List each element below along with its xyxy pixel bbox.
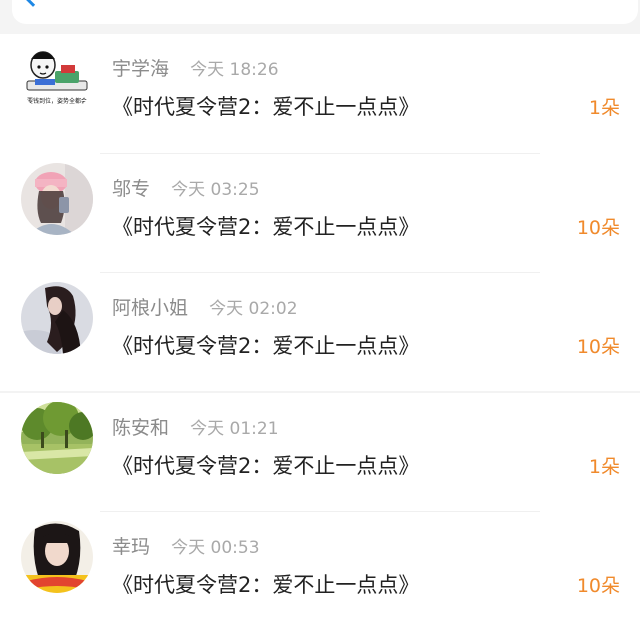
cartoon-avatar-image: 要钱到位，姿势全都会 <box>21 43 93 115</box>
svg-text:要钱到位，姿势全都会: 要钱到位，姿势全都会 <box>27 97 87 105</box>
avatar[interactable] <box>21 521 93 593</box>
gift-title: 《时代夏令营2：爱不止一点点》 <box>112 95 420 119</box>
photo-avatar-image <box>21 282 93 354</box>
list-item[interactable]: 幸玛 今天 00:53 《时代夏令营2：爱不止一点点》 10朵 <box>0 512 640 620</box>
gift-list: 要钱到位，姿势全都会 宇学海 今天 18:26 《时代夏令营2：爱不止一点点》 … <box>0 34 640 620</box>
list-item[interactable]: 邬专 今天 03:25 《时代夏令营2：爱不止一点点》 10朵 <box>0 154 640 273</box>
search-field[interactable] <box>12 0 638 24</box>
gift-title: 《时代夏令营2：爱不止一点点》 <box>112 214 420 239</box>
gift-title: 《时代夏令营2：爱不止一点点》 <box>112 334 420 358</box>
top-bar <box>0 0 640 34</box>
user-name[interactable]: 阿桹小姐 <box>112 297 188 319</box>
photo-avatar-image <box>21 521 93 593</box>
timestamp: 今天 01:21 <box>190 418 279 439</box>
user-name[interactable]: 陈安和 <box>112 417 169 439</box>
user-name[interactable]: 邬专 <box>112 178 150 200</box>
name-line: 陈安和 今天 01:21 <box>112 413 279 440</box>
timestamp: 今天 02:02 <box>209 299 298 319</box>
avatar[interactable] <box>21 162 93 235</box>
user-name[interactable]: 宇学海 <box>112 58 169 80</box>
name-line: 宇学海 今天 18:26 <box>112 54 279 81</box>
avatar[interactable]: 要钱到位，姿势全都会 <box>21 43 93 115</box>
gift-title: 《时代夏令营2：爱不止一点点》 <box>112 573 420 597</box>
avatar[interactable] <box>21 401 93 474</box>
gift-record-page: 要钱到位，姿势全都会 宇学海 今天 18:26 《时代夏令营2：爱不止一点点》 … <box>0 0 640 620</box>
landscape-avatar-image <box>21 401 93 474</box>
user-name[interactable]: 幸玛 <box>112 536 150 558</box>
timestamp: 今天 03:25 <box>171 179 260 200</box>
list-item[interactable]: 要钱到位，姿势全都会 宇学海 今天 18:26 《时代夏令营2：爱不止一点点》 … <box>0 34 640 154</box>
gift-count: 10朵 <box>576 575 620 597</box>
photo-avatar-image <box>21 162 93 235</box>
name-line: 阿桹小姐 今天 02:02 <box>112 293 298 320</box>
timestamp: 今天 00:53 <box>171 538 260 558</box>
list-item[interactable]: 陈安和 今天 01:21 《时代夏令营2：爱不止一点点》 1朵 <box>0 393 640 512</box>
gift-count: 1朵 <box>588 97 620 119</box>
list-item[interactable]: 阿桹小姐 今天 02:02 《时代夏令营2：爱不止一点点》 10朵 <box>0 273 640 393</box>
gift-title: 《时代夏令营2：爱不止一点点》 <box>112 453 420 478</box>
gift-count: 10朵 <box>576 336 620 358</box>
name-line: 幸玛 今天 00:53 <box>112 532 260 559</box>
name-line: 邬专 今天 03:25 <box>112 174 260 201</box>
timestamp: 今天 18:26 <box>190 60 279 80</box>
gift-count: 1朵 <box>588 455 620 478</box>
gift-count: 10朵 <box>576 216 620 239</box>
avatar[interactable] <box>21 282 93 354</box>
